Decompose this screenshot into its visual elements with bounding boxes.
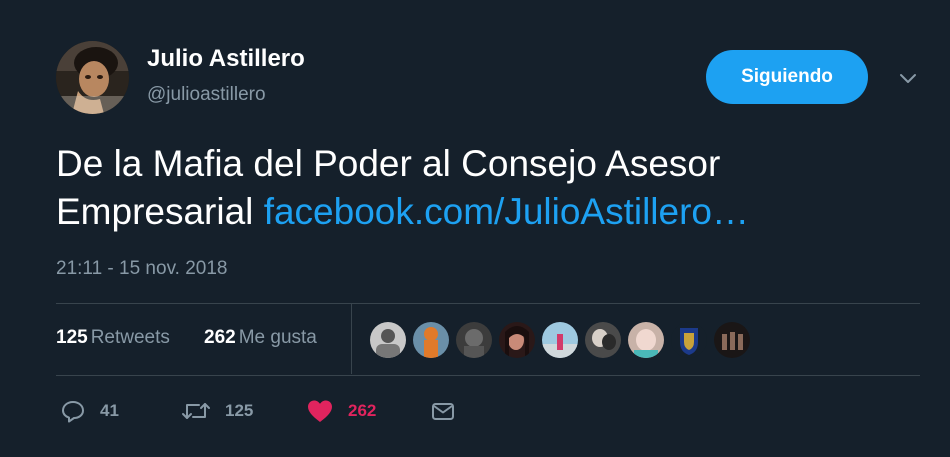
chevron-down-icon[interactable] <box>896 66 920 90</box>
reply-icon <box>62 401 84 423</box>
divider-top <box>56 303 920 304</box>
retweet-count: 125 <box>225 401 254 420</box>
retweet-icon <box>182 403 210 419</box>
tweet-timestamp[interactable]: 21:11 - 15 nov. 2018 <box>56 258 227 280</box>
user-name[interactable]: Julio Astillero <box>147 45 305 73</box>
liker-avatar[interactable] <box>370 322 406 358</box>
retweet-button[interactable]: 125 <box>181 396 253 426</box>
reply-count: 41 <box>100 401 119 420</box>
avatar[interactable] <box>56 41 129 114</box>
like-count: 262 <box>348 401 377 420</box>
following-button[interactable]: Siguiendo <box>706 50 868 104</box>
liker-avatar[interactable] <box>499 322 535 358</box>
likes-label: Me gusta <box>238 327 317 348</box>
tweet-link[interactable]: facebook.com/JulioAstillero… <box>264 191 749 232</box>
user-handle[interactable]: @julioastillero <box>147 84 266 106</box>
retweets-count: 125 <box>56 327 88 348</box>
likers-avatars <box>370 322 750 358</box>
liker-avatar[interactable] <box>456 322 492 358</box>
divider-vertical <box>351 304 352 374</box>
like-button[interactable]: 262 <box>306 396 376 426</box>
liker-avatar[interactable] <box>628 322 664 358</box>
likes-count: 262 <box>204 327 236 348</box>
liker-avatar[interactable] <box>714 322 750 358</box>
liker-avatar[interactable] <box>671 322 707 358</box>
retweets-label: Retweets <box>90 327 170 348</box>
likes-stat[interactable]: 262 Me gusta <box>204 327 317 349</box>
reply-button[interactable]: 41 <box>60 396 119 426</box>
retweets-stat[interactable]: 125 Retweets <box>56 327 170 349</box>
liker-avatar[interactable] <box>413 322 449 358</box>
direct-message-button[interactable] <box>430 396 456 426</box>
message-icon <box>432 403 454 420</box>
liker-avatar[interactable] <box>585 322 621 358</box>
liker-avatar[interactable] <box>542 322 578 358</box>
heart-icon <box>308 400 332 422</box>
tweet-text: De la Mafia del Poder al Consejo Asesor … <box>56 140 916 236</box>
tweet-card: Julio Astillero @julioastillero Siguiend… <box>0 0 950 457</box>
divider-bottom <box>56 375 920 376</box>
